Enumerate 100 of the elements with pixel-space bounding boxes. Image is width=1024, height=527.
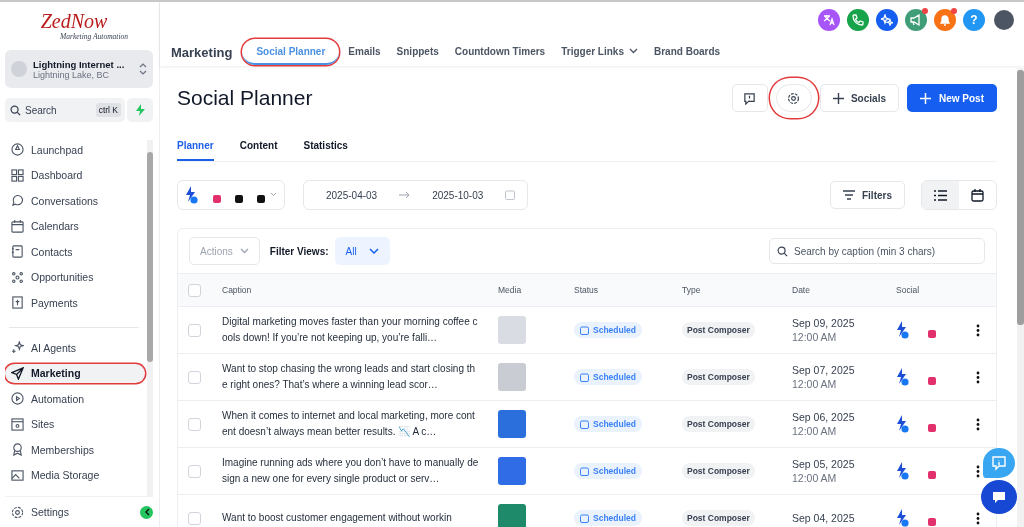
plus-icon: [920, 92, 931, 104]
dots-icon: [11, 270, 24, 284]
scrollbar[interactable]: [1017, 68, 1024, 527]
nav-tab[interactable]: Emails: [341, 39, 388, 65]
nav-tab[interactable]: Countdown Timers: [447, 39, 553, 65]
more-icon[interactable]: [976, 370, 980, 384]
column-header: Type: [682, 285, 702, 295]
caption-text: Imagine running ads where you don’t have to manually design a new one for every single product or serv…: [222, 456, 480, 486]
sidebar-item[interactable]: Sites: [5, 414, 145, 434]
phone-icon: [852, 14, 864, 26]
more-icon[interactable]: [976, 464, 980, 478]
more-icon[interactable]: [976, 511, 980, 525]
caption-text: Want to stop chasing the wrong leads and start closing the right ones? That’s where a winning lead scor…: [222, 362, 477, 392]
tab[interactable]: Statistics: [303, 140, 348, 161]
chat-icon: [11, 194, 24, 207]
photo-placeholder: [498, 504, 526, 527]
sidebar-item[interactable]: Conversations: [5, 191, 145, 210]
sidebar-item[interactable]: Dashboard: [5, 165, 145, 185]
avatar[interactable]: [994, 10, 1014, 30]
sidebar-item[interactable]: Contacts: [5, 242, 145, 261]
row-checkbox[interactable]: [188, 370, 201, 384]
sidebar-item[interactable]: Calendars: [5, 216, 145, 236]
row-checkbox[interactable]: [188, 464, 201, 478]
photo-placeholder: [498, 410, 526, 438]
end-date: 2025-10-03: [432, 189, 484, 201]
account-switcher[interactable]: Lightning Internet ... Lightning Lake, BC: [5, 50, 153, 88]
caption-text: Digital marketing moves faster than your morning coffee cools down! If you’re not keeping up, you’re falli…: [222, 315, 479, 345]
account-picker[interactable]: [177, 180, 285, 210]
post-time: 12:00 AM: [792, 424, 838, 438]
collapse-button[interactable]: [140, 505, 153, 519]
nav-tab[interactable]: Snippets: [389, 39, 446, 65]
chevron-down-icon: [368, 248, 379, 254]
filter-view-dropdown[interactable]: All: [334, 237, 390, 265]
settings-item[interactable]: Settings: [5, 502, 75, 522]
feedback-button[interactable]: [731, 84, 768, 112]
sidebar-item[interactable]: Payments: [5, 293, 145, 312]
status-badge: Scheduled: [574, 416, 642, 432]
phone-button[interactable]: [847, 9, 869, 31]
bell-icon: [939, 14, 951, 26]
scrollbar[interactable]: [147, 140, 153, 496]
search-icon: [10, 105, 21, 116]
more-icon[interactable]: [976, 417, 980, 431]
nav-tab[interactable]: Brand Boards: [647, 39, 728, 65]
post-time: 12:00 AM: [792, 471, 838, 485]
column-header: Social: [896, 285, 921, 295]
tab[interactable]: Planner: [177, 140, 214, 161]
translate-button[interactable]: [818, 9, 840, 31]
bell-button[interactable]: [934, 9, 956, 31]
translate-icon: [823, 14, 835, 26]
column-header: Date: [792, 285, 811, 295]
megaphone-button[interactable]: [905, 9, 927, 31]
photo-placeholder: [498, 363, 526, 391]
row-checkbox[interactable]: [188, 511, 201, 525]
megaphone-icon: [910, 14, 922, 26]
photo-placeholder: [498, 457, 526, 485]
caption-text: Want to boost customer engagement without workin: [222, 511, 453, 525]
sidebar-item[interactable]: Media Storage: [5, 465, 145, 485]
filters-button[interactable]: Filters: [830, 181, 905, 209]
settings-icon: [11, 505, 24, 519]
sidebar-item[interactable]: AI Agents: [5, 338, 145, 357]
sparkle-button[interactable]: [876, 9, 898, 31]
select-all-checkbox[interactable]: [188, 283, 201, 297]
type-badge: Post Composer: [682, 416, 755, 432]
plus-icon: [832, 92, 844, 104]
grid-icon: [11, 168, 24, 182]
sidebar-item[interactable]: Opportunities: [5, 267, 145, 287]
list-icon: [934, 189, 947, 201]
sidebar-item[interactable]: Memberships: [5, 440, 145, 459]
sidebar-item[interactable]: Launchpad: [5, 140, 145, 159]
post-date: Sep 06, 2025: [792, 410, 856, 424]
nav-tab[interactable]: Trigger Links: [554, 39, 645, 65]
status-badge: Scheduled: [574, 322, 642, 338]
type-badge: Post Composer: [682, 322, 755, 338]
site-icon: [11, 417, 24, 431]
image-icon: [11, 468, 24, 482]
photo-placeholder: [498, 316, 526, 344]
award-icon: [11, 443, 24, 456]
chat-button[interactable]: [981, 480, 1017, 514]
chevron-down-icon: [239, 248, 249, 254]
sidebar-item[interactable]: Marketing: [5, 363, 145, 383]
caption-search-field[interactable]: Search by caption (min 3 chars): [769, 238, 985, 264]
row-checkbox[interactable]: [188, 417, 201, 431]
list-view-button[interactable]: [922, 181, 959, 209]
sidebar-item[interactable]: Automation: [5, 389, 145, 408]
settings-icon: [787, 91, 801, 105]
column-header: Media: [498, 285, 523, 295]
search-icon: [777, 246, 788, 257]
lightning-icon: [135, 104, 145, 116]
sparkle-icon: [11, 341, 24, 354]
post-time: 12:00 AM: [792, 330, 838, 344]
quick-action-button[interactable]: [127, 98, 153, 122]
date-range-field[interactable]: 2025-04-03 2025-10-03: [303, 180, 529, 210]
type-badge: Post Composer: [682, 369, 755, 385]
tab[interactable]: Content: [239, 140, 278, 161]
new-post-button[interactable]: New Post: [907, 84, 997, 112]
post-date: Sep 05, 2025: [792, 457, 856, 471]
more-icon[interactable]: [976, 323, 980, 337]
start-date: 2025-04-03: [326, 189, 378, 201]
socials-button[interactable]: Socials: [819, 84, 899, 112]
row-checkbox[interactable]: [188, 323, 201, 337]
